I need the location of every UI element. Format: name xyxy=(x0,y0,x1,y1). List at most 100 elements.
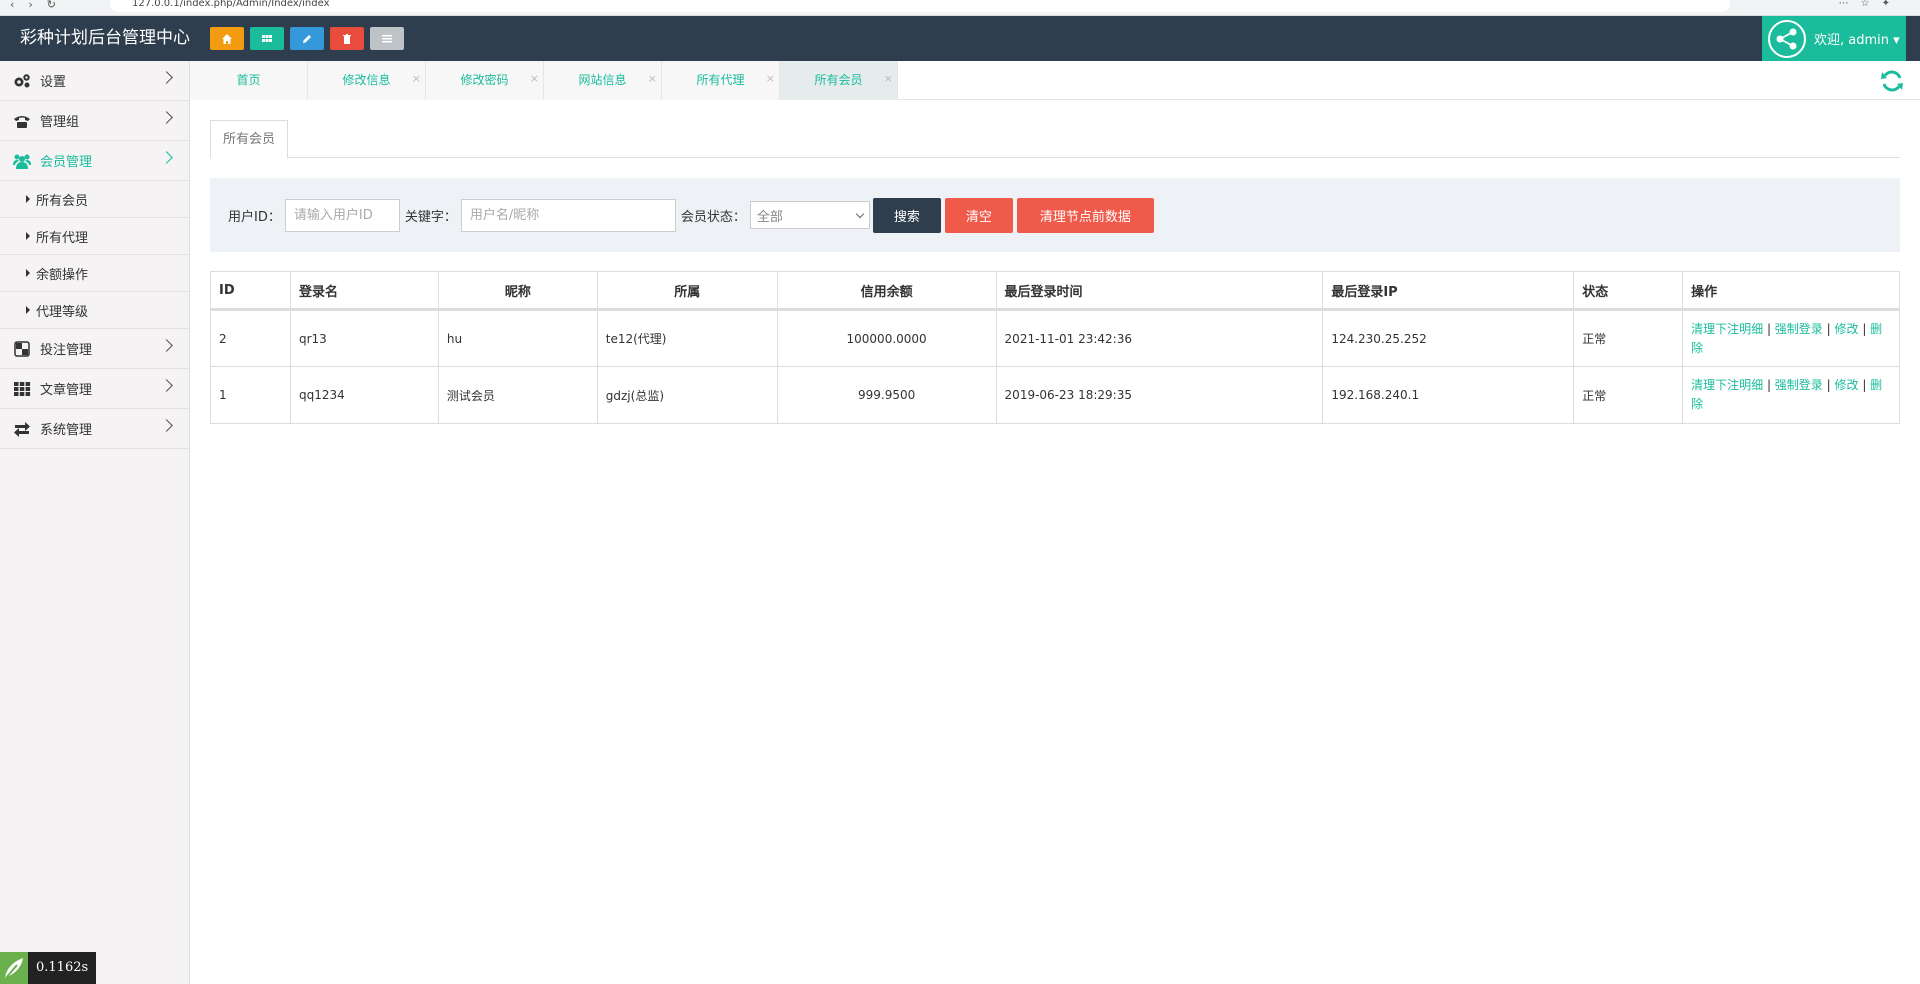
browser-nav-icons[interactable]: ‹›↻ xyxy=(10,0,70,10)
caret-right-icon xyxy=(26,232,30,240)
keyword-input[interactable] xyxy=(460,198,676,232)
cell-status: 正常 xyxy=(1573,309,1684,367)
content-tab-all-members[interactable]: 所有会员 xyxy=(210,120,289,159)
sidebar-subitem-all-agents[interactable]: 所有代理 xyxy=(0,218,189,255)
browser-action-icons[interactable]: ⋯☆✦ xyxy=(1839,0,1902,9)
clear-button[interactable]: 清空 xyxy=(944,197,1013,233)
members-table: ID 登录名 昵称 所属 信用余额 最后登录时间 最后登录IP 状态 操作 2 … xyxy=(210,271,1900,424)
sidebar-item-label: 系统管理 xyxy=(40,423,93,438)
cell-owner: te12(代理) xyxy=(596,309,778,367)
sidebar-item-system[interactable]: 系统管理 xyxy=(0,409,189,449)
force-login-link[interactable]: 强制登录 xyxy=(1775,322,1823,336)
tab-home[interactable]: 首页 xyxy=(190,61,308,100)
edit-link[interactable]: 修改 xyxy=(1834,378,1858,392)
caret-right-icon xyxy=(26,306,30,314)
tab-edit-info[interactable]: 修改信息 × xyxy=(308,61,426,100)
exchange-icon xyxy=(12,421,32,437)
keyword-label: 关键字： xyxy=(404,209,457,225)
user-menu[interactable]: 欢迎, admin ▾ xyxy=(1762,16,1906,61)
chevron-right-icon xyxy=(160,71,173,84)
delete-link-wrap[interactable]: 除 xyxy=(1691,397,1703,411)
table-row: 2 qr13 hu te12(代理) 100000.0000 2021-11-0… xyxy=(210,309,1900,367)
tab-all-members[interactable]: 所有会员 × xyxy=(780,61,898,100)
list-button[interactable] xyxy=(370,27,404,50)
cell-actions: 清理下注明细 | 强制登录 | 修改 | 删除 xyxy=(1682,366,1900,424)
col-header-owner: 所属 xyxy=(596,271,778,311)
sidebar-item-bets[interactable]: 投注管理 xyxy=(0,329,189,369)
purge-button[interactable]: 清理节点前数据 xyxy=(1016,197,1154,233)
close-icon[interactable]: × xyxy=(766,61,775,97)
tab-all-agents[interactable]: 所有代理 × xyxy=(662,61,780,100)
sidebar-item-articles[interactable]: 文章管理 xyxy=(0,369,189,409)
cell-id: 1 xyxy=(210,366,291,424)
sidebar-subitem-agent-level[interactable]: 代理等级 xyxy=(0,292,189,329)
status-select[interactable]: 全部 xyxy=(749,201,870,229)
sidebar-item-label: 会员管理 xyxy=(40,155,93,170)
delete-link[interactable]: 删 xyxy=(1870,322,1882,336)
sidebar-subitem-label: 代理等级 xyxy=(36,304,89,320)
edit-link[interactable]: 修改 xyxy=(1834,322,1858,336)
chevron-down-icon xyxy=(855,209,865,218)
sidebar-subitem-balance[interactable]: 余额操作 xyxy=(0,255,189,292)
sidebar-item-label: 管理组 xyxy=(40,115,80,130)
list-icon xyxy=(382,34,392,42)
search-button[interactable]: 搜索 xyxy=(872,197,941,233)
close-icon[interactable]: × xyxy=(412,61,421,97)
cell-owner: gdzj(总监) xyxy=(596,366,778,424)
cell-last-login-time: 2019-06-23 18:29:35 xyxy=(995,366,1324,424)
cell-actions: 清理下注明细 | 强制登录 | 修改 | 删除 xyxy=(1682,309,1900,367)
refresh-icon[interactable] xyxy=(1880,69,1904,93)
page-timer-badge[interactable]: 0.1162s xyxy=(0,952,97,984)
browser-toolbar: ‹›↻ 127.0.0.1/index.php/Admin/Index/inde… xyxy=(0,0,1920,16)
sidebar-item-admin-group[interactable]: 管理组 xyxy=(0,101,189,141)
sidebar: 设置 管理组 会员管理 所有会员 所有代理 余额操作 代理等级 投注管理 文章管… xyxy=(0,61,190,984)
tab-label: 所有代理 xyxy=(696,73,745,87)
delete-link[interactable]: 删 xyxy=(1870,378,1882,392)
separator: | xyxy=(1763,378,1775,392)
cell-last-login-ip: 124.230.25.252 xyxy=(1322,309,1575,367)
cell-balance: 100000.0000 xyxy=(776,309,997,367)
cell-login: qr13 xyxy=(289,309,439,367)
chevron-right-icon xyxy=(160,379,173,392)
grid-icon xyxy=(262,34,272,42)
col-header-login: 登录名 xyxy=(289,271,439,311)
edit-button[interactable] xyxy=(290,27,324,50)
force-login-link[interactable]: 强制登录 xyxy=(1775,378,1823,392)
cell-nickname: 测试会员 xyxy=(437,366,598,424)
status-label: 会员状态： xyxy=(680,209,746,225)
clear-orders-link[interactable]: 清理下注明细 xyxy=(1691,378,1763,392)
delete-button[interactable] xyxy=(330,27,364,50)
sidebar-subitem-label: 所有代理 xyxy=(36,230,89,246)
cell-status: 正常 xyxy=(1573,366,1684,424)
tab-site-info[interactable]: 网站信息 × xyxy=(544,61,662,100)
top-header: 彩种计划后台管理中心 欢迎, admin ▾ xyxy=(0,16,1920,61)
home-button[interactable] xyxy=(210,27,244,50)
cell-nickname: hu xyxy=(437,309,598,367)
gear-icon xyxy=(12,73,32,89)
col-header-last-login-ip: 最后登录IP xyxy=(1322,271,1575,311)
clear-orders-link[interactable]: 清理下注明细 xyxy=(1691,322,1763,336)
content-tab-row: 所有会员 xyxy=(210,120,1900,159)
sidebar-item-members[interactable]: 会员管理 xyxy=(0,141,189,181)
delete-link-wrap[interactable]: 除 xyxy=(1691,341,1703,355)
sidebar-subitem-all-members[interactable]: 所有会员 xyxy=(0,181,189,218)
address-bar[interactable]: 127.0.0.1/index.php/Admin/Index/index xyxy=(110,0,1730,12)
close-icon[interactable]: × xyxy=(648,61,657,97)
quick-buttons xyxy=(210,27,404,50)
cell-login: qq1234 xyxy=(289,366,439,424)
grid-icon xyxy=(12,381,32,397)
sidebar-item-settings[interactable]: 设置 xyxy=(0,61,189,101)
col-header-last-login-time: 最后登录时间 xyxy=(995,271,1324,311)
home-icon xyxy=(222,33,232,44)
col-header-actions: 操作 xyxy=(1682,271,1900,311)
sidebar-item-label: 文章管理 xyxy=(40,383,93,398)
close-icon[interactable]: × xyxy=(884,61,893,97)
caret-right-icon xyxy=(26,269,30,277)
close-icon[interactable]: × xyxy=(530,61,539,97)
table-row: 1 qq1234 测试会员 gdzj(总监) 999.9500 2019-06-… xyxy=(210,366,1900,424)
user-id-input[interactable] xyxy=(284,198,400,232)
grid-button[interactable] xyxy=(250,27,284,50)
tab-edit-password[interactable]: 修改密码 × xyxy=(426,61,544,100)
table-header-row: ID 登录名 昵称 所属 信用余额 最后登录时间 最后登录IP 状态 操作 xyxy=(210,271,1900,311)
dice-icon xyxy=(12,340,32,357)
